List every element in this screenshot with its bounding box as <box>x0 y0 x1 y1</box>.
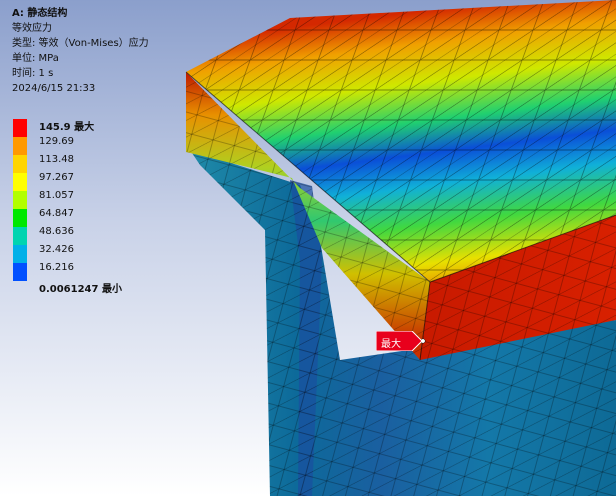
legend-band-8: 32.426 <box>13 244 213 263</box>
legend-band-9: 16.216 <box>13 262 213 281</box>
result-name: 等效应力 <box>12 23 52 34</box>
legend-swatch <box>13 227 27 245</box>
analysis-title: A: 静态结构 <box>12 8 68 19</box>
legend-label: 81.057 <box>39 190 74 201</box>
result-time: 时间: 1 s <box>12 68 54 79</box>
legend-band-3: 113.48 <box>13 154 213 173</box>
legend-swatch <box>13 173 27 191</box>
legend-max-label: 145.9 最大 <box>39 122 95 133</box>
legend-swatch <box>13 209 27 227</box>
legend-swatch <box>13 263 27 281</box>
legend-label: 64.847 <box>39 208 74 219</box>
legend-band-4: 97.267 <box>13 172 213 191</box>
legend-band-10: 0.0061247 最小 <box>13 281 213 299</box>
result-datetime: 2024/6/15 21:33 <box>12 83 96 94</box>
legend-band-5: 81.057 <box>13 190 213 209</box>
legend-swatch <box>13 245 27 263</box>
legend-swatch <box>13 155 27 173</box>
legend-swatch <box>13 191 27 209</box>
legend-band-7: 48.636 <box>13 226 213 245</box>
legend-label: 97.267 <box>39 172 74 183</box>
legend-swatch <box>13 119 27 137</box>
result-unit: 单位: MPa <box>12 53 59 64</box>
legend-band-2: 129.69 <box>13 136 213 155</box>
result-type: 类型: 等效（Von-Mises）应力 <box>12 38 149 49</box>
legend-label: 48.636 <box>39 226 74 237</box>
legend-label: 32.426 <box>39 244 74 255</box>
max-probe-label: 最大 <box>381 339 401 350</box>
result-info-panel: A: 静态结构 等效应力 类型: 等效（Von-Mises）应力 单位: MPa… <box>12 6 149 96</box>
legend-swatch <box>13 137 27 155</box>
legend-label: 129.69 <box>39 136 74 147</box>
legend-band-1: 145.9 最大 <box>13 119 213 137</box>
legend-band-6: 64.847 <box>13 208 213 227</box>
legend-label: 113.48 <box>39 154 74 165</box>
legend-min-label: 0.0061247 最小 <box>39 284 122 295</box>
legend-label: 16.216 <box>39 262 74 273</box>
